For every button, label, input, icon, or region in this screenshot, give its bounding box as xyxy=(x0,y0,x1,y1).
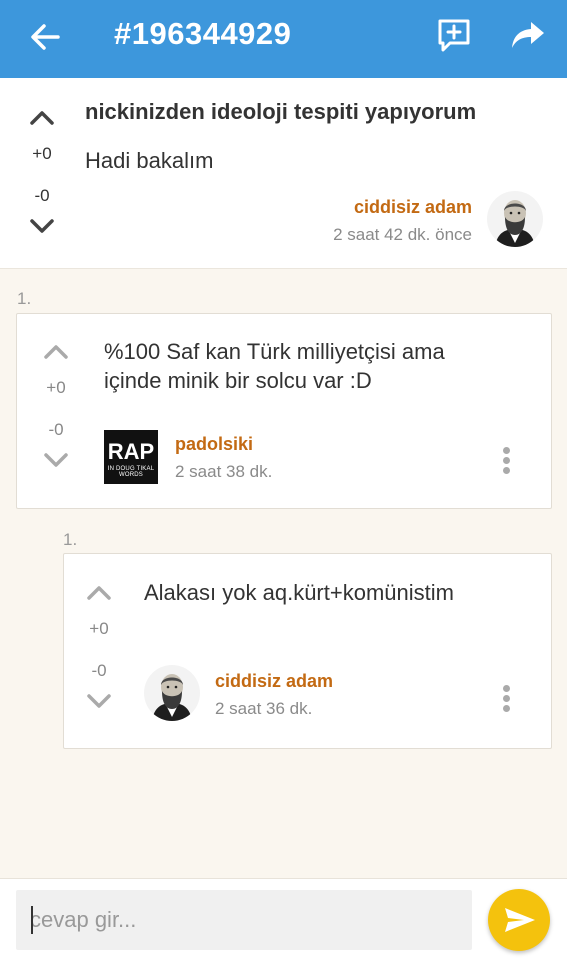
topic-body: Hadi bakalım xyxy=(85,148,214,173)
send-button[interactable] xyxy=(488,889,550,951)
upvote-arrow-icon[interactable] xyxy=(29,108,55,126)
downvote-arrow-icon[interactable] xyxy=(86,693,112,711)
more-options-icon[interactable] xyxy=(499,447,513,479)
topic-title: nickinizden ideoloji tespiti yapıyorum xyxy=(85,99,477,124)
comment-author[interactable]: ciddisiz adam xyxy=(215,671,333,692)
share-icon[interactable] xyxy=(511,20,545,50)
topic-author[interactable]: ciddisiz adam xyxy=(354,197,472,218)
comment-text-line: içinde minik bir solcu var :D xyxy=(104,368,372,393)
author-avatar[interactable] xyxy=(487,191,543,247)
comment-time: 2 saat 36 dk. xyxy=(215,699,313,718)
upvote-arrow-icon[interactable] xyxy=(86,583,112,601)
comment-time: 2 saat 38 dk. xyxy=(175,462,273,481)
send-icon xyxy=(505,908,535,932)
reply-input[interactable] xyxy=(16,890,472,950)
author-avatar[interactable]: RAP IN DOUG TIKAL WORDS xyxy=(104,430,158,484)
upvote-arrow-icon[interactable] xyxy=(43,342,69,360)
add-comment-icon[interactable] xyxy=(436,17,472,53)
comment-upvote-count: +0 xyxy=(46,378,66,397)
back-arrow-icon[interactable] xyxy=(28,20,62,54)
downvote-arrow-icon[interactable] xyxy=(43,452,69,470)
app-bar: #196344929 xyxy=(0,0,567,78)
topic-time: 2 saat 42 dk. önce xyxy=(333,225,472,244)
comment-downvote-count: -0 xyxy=(91,661,107,680)
topic-downvote-count: -0 xyxy=(34,186,50,205)
avatar-logo-text: RAP xyxy=(107,439,155,464)
comment-author[interactable]: padolsiki xyxy=(175,434,253,455)
avatar-logo-subtext: IN DOUG TIKAL WORDS xyxy=(107,466,155,478)
comment-text-line: %100 Saf kan Türk milliyetçisi ama xyxy=(104,339,445,364)
topic-upvote-count: +0 xyxy=(32,144,52,163)
comment-text-line: Alakası yok aq.kürt+komünistim xyxy=(144,580,454,605)
downvote-arrow-icon[interactable] xyxy=(29,218,55,236)
comment-index: 1. xyxy=(17,289,32,308)
more-options-icon[interactable] xyxy=(499,685,513,717)
comment-index: 1. xyxy=(63,530,78,549)
author-avatar[interactable] xyxy=(144,665,200,721)
comment-downvote-count: -0 xyxy=(48,420,64,439)
text-cursor xyxy=(31,906,33,934)
page-title: #196344929 xyxy=(114,16,292,51)
comment-upvote-count: +0 xyxy=(89,619,109,638)
